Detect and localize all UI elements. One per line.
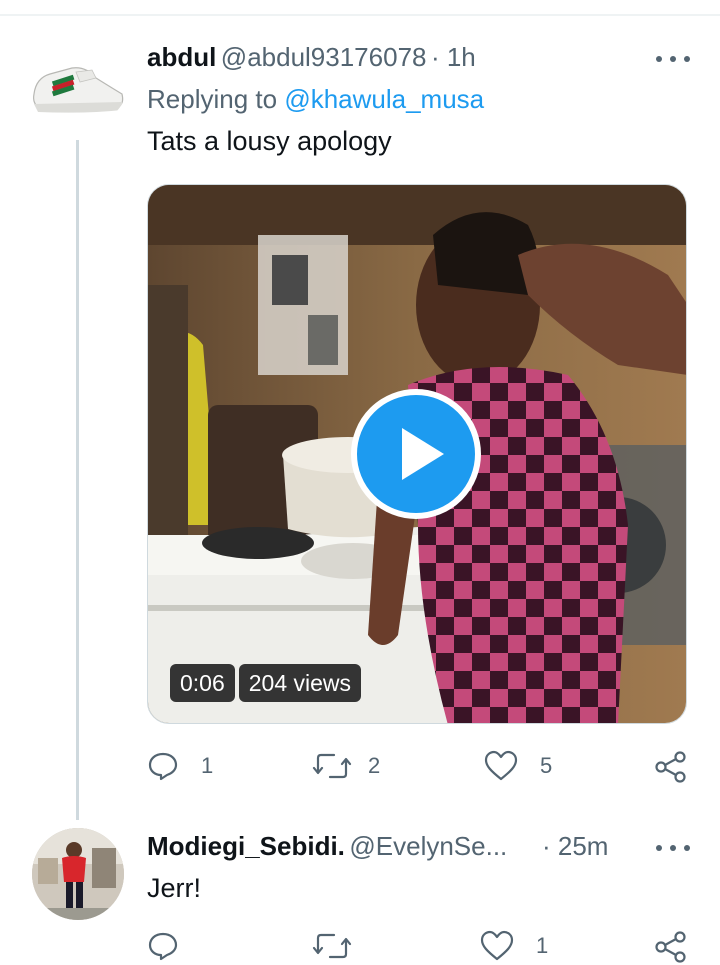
tweet-time[interactable]: · 25m [542, 831, 608, 862]
user-handle[interactable]: @abdul93176078 [221, 42, 427, 72]
reply-button[interactable] [147, 930, 201, 962]
share-button[interactable] [654, 930, 688, 964]
like-button[interactable]: 1 [480, 930, 548, 962]
play-icon [351, 389, 481, 519]
heart-icon [480, 930, 514, 961]
like-count: 5 [540, 753, 553, 778]
tweet-text: Tats a lousy apology [147, 126, 392, 156]
retweet-button[interactable]: 2 [312, 750, 380, 782]
more-options-icon[interactable] [656, 54, 690, 64]
reply-button[interactable]: 1 [147, 750, 213, 782]
retweet-count: 2 [368, 753, 381, 778]
tweet-header: Modiegi_Sebidi. @EvelynSe... [147, 831, 507, 862]
top-divider [0, 14, 720, 16]
reply-count: 1 [201, 753, 214, 778]
share-button[interactable] [654, 750, 688, 784]
replying-prefix: Replying to [147, 84, 278, 114]
video-stats: 0:06 204 views [170, 664, 362, 702]
user-handle[interactable]: @EvelynSe... [349, 831, 507, 861]
heart-icon [484, 750, 518, 781]
share-icon [655, 931, 686, 963]
reply-icon [148, 932, 178, 961]
tweet-text: Jerr! [147, 873, 201, 903]
retweet-icon [312, 933, 352, 959]
mention-link[interactable]: @khawula_musa [284, 84, 484, 114]
like-button[interactable]: 5 [484, 750, 552, 782]
share-icon [655, 751, 686, 783]
person-avatar-image [32, 828, 124, 920]
video-duration: 0:06 [170, 664, 235, 702]
like-count: 1 [536, 933, 549, 958]
retweet-button[interactable] [312, 930, 368, 962]
retweet-icon [312, 753, 352, 779]
sneaker-icon [26, 38, 128, 128]
thread-connector-line [76, 140, 79, 820]
tweet-time[interactable]: · 1h [431, 42, 476, 72]
more-options-icon[interactable] [656, 843, 690, 853]
avatar[interactable] [26, 38, 128, 128]
reply-icon [148, 752, 178, 781]
play-button[interactable] [350, 388, 482, 520]
video-views: 204 views [238, 664, 362, 702]
tweet-header: abdul @abdul93176078 · 1h [147, 42, 476, 73]
display-name[interactable]: Modiegi_Sebidi. [147, 831, 345, 861]
avatar[interactable] [32, 828, 124, 920]
replying-to: Replying to @khawula_musa [147, 84, 484, 115]
display-name[interactable]: abdul [147, 42, 216, 72]
